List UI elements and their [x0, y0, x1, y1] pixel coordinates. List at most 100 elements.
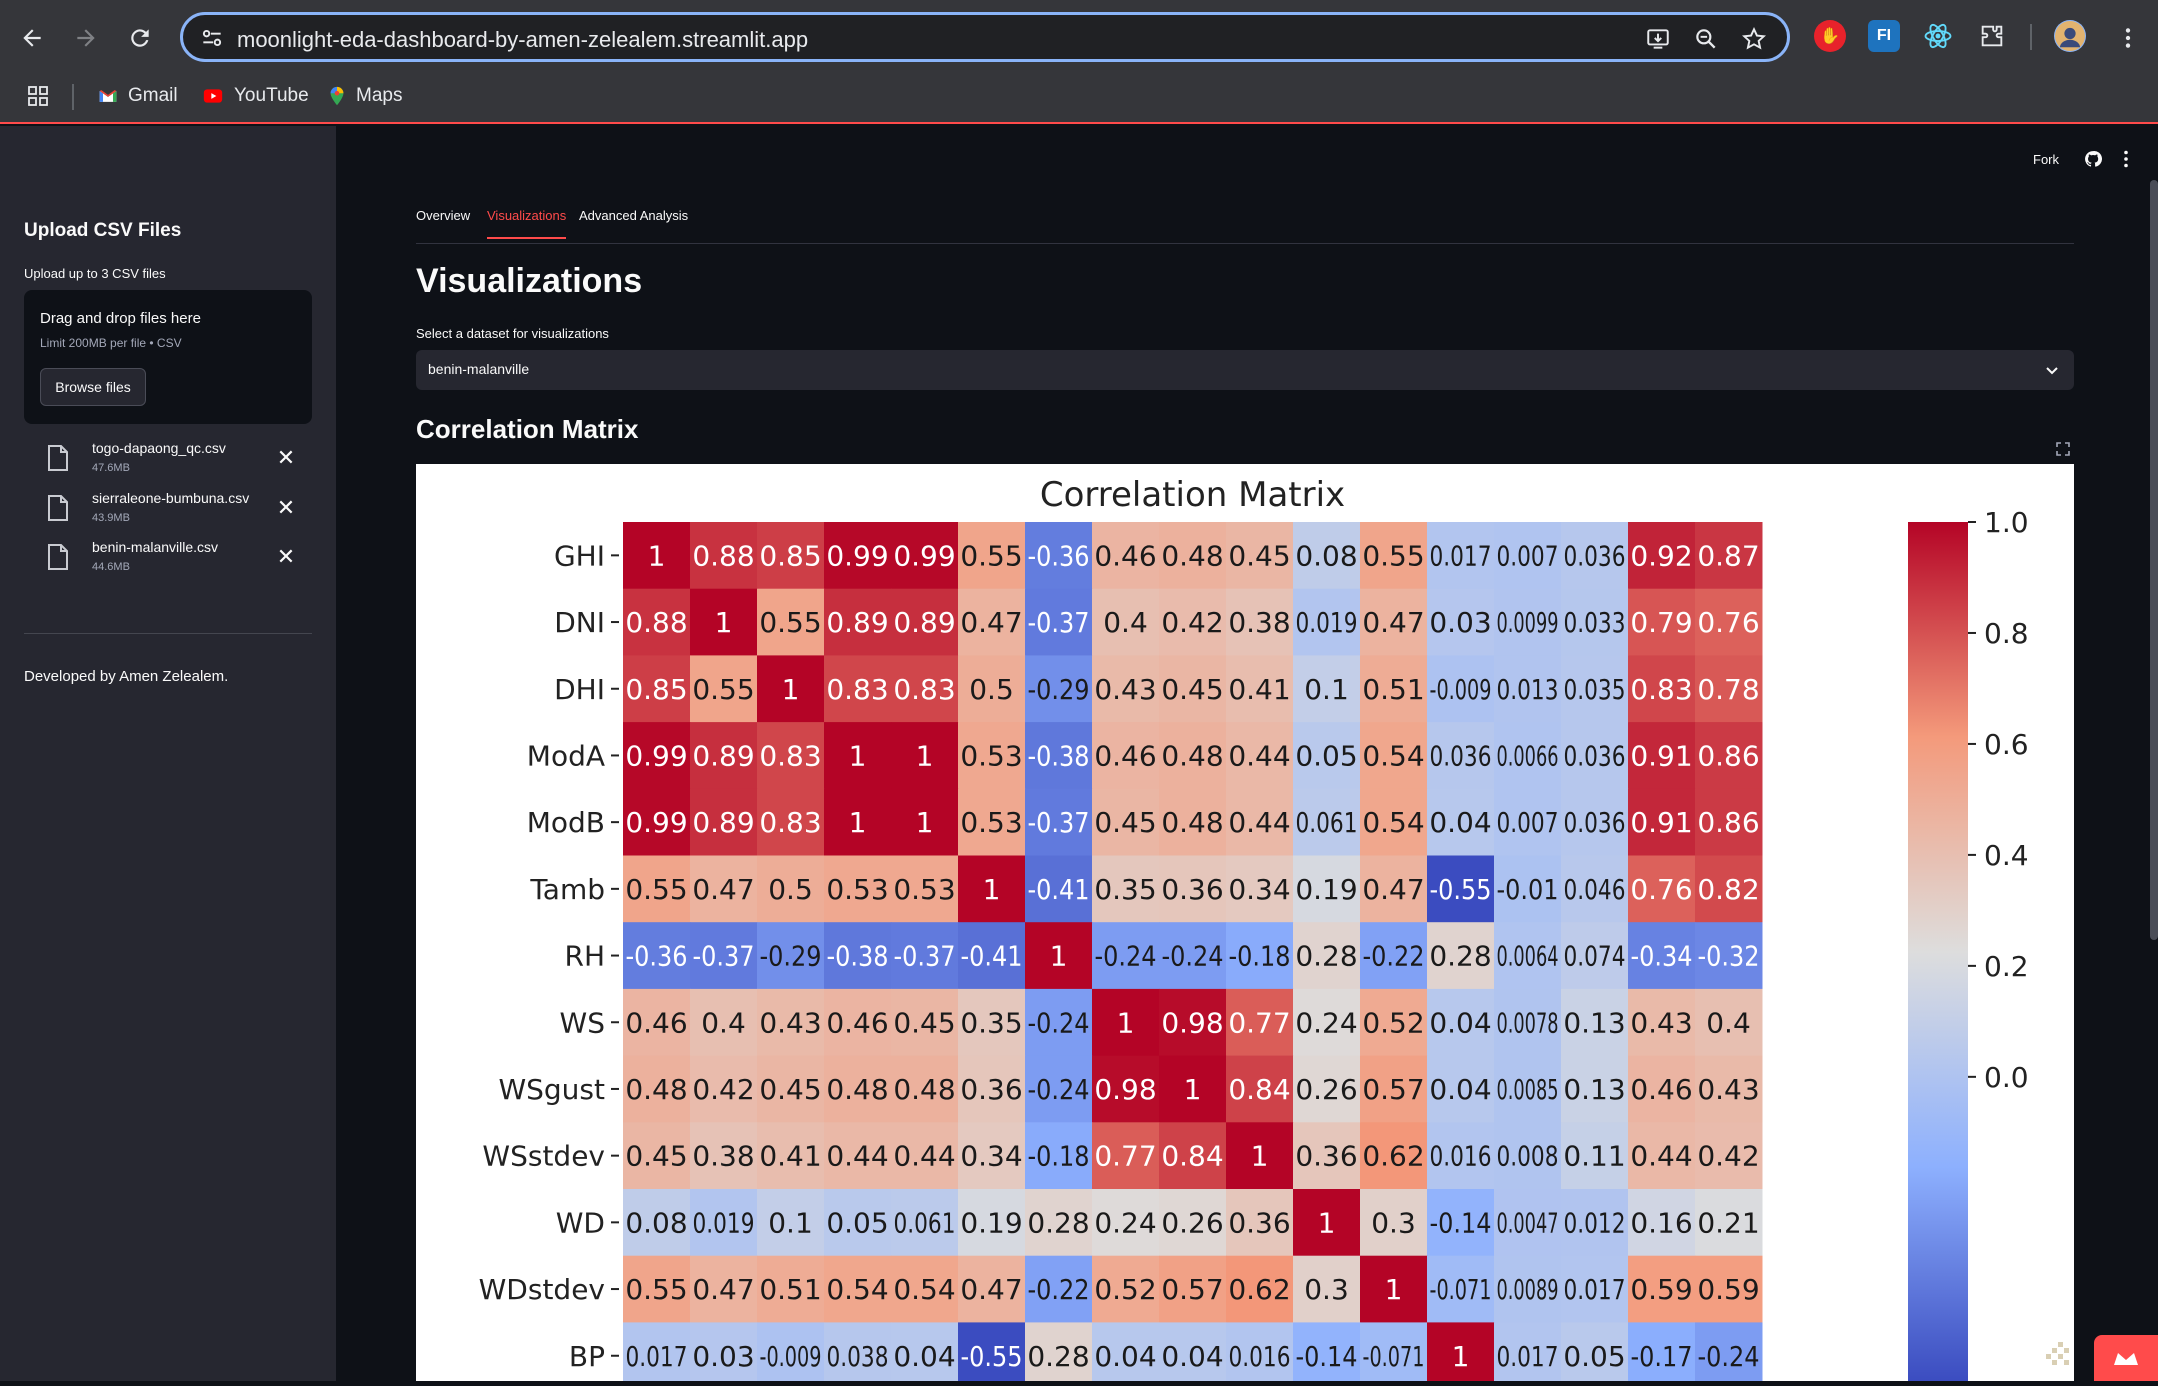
cell-value-label: 0.0099: [1497, 606, 1559, 639]
cell-value-label: 0.52: [1362, 1006, 1424, 1039]
cell-value-label: 0.59: [1630, 1273, 1692, 1306]
cell-value-label: 0.54: [1362, 739, 1424, 772]
tab-overview[interactable]: Overview: [416, 208, 470, 237]
cell-value-label: 0.3: [1371, 1206, 1416, 1239]
cell-value-label: 0.007: [1497, 539, 1559, 572]
cell-value-label: 0.0066: [1497, 739, 1559, 772]
cell-value-label: 0.24: [1094, 1206, 1156, 1239]
cell-value-label: 0.86: [1697, 806, 1759, 839]
remove-file-icon[interactable]: ✕: [276, 546, 296, 568]
cell-value-label: 0.54: [826, 1273, 888, 1306]
cell-value-label: 0.85: [759, 539, 821, 572]
cell-value-label: 0.44: [1228, 739, 1290, 772]
sidebar: Upload CSV Files Upload up to 3 CSV file…: [0, 126, 336, 1381]
cell-value-label: 0.51: [1362, 673, 1424, 706]
cell-value-label: 0.82: [1697, 873, 1759, 906]
cell-value-label: 0.21: [1697, 1206, 1759, 1239]
dataset-select[interactable]: benin-malanville: [416, 350, 2074, 390]
colorbar-tick-label: 0.6: [1984, 728, 2029, 761]
cell-value-label: 0.016: [1229, 1340, 1291, 1373]
bookmark-youtube[interactable]: YouTube: [200, 82, 309, 110]
fullscreen-icon[interactable]: [2056, 442, 2070, 456]
cell-value-label: 0.35: [1094, 873, 1156, 906]
cell-value-label: -0.55: [1430, 873, 1492, 906]
cell-value-label: -0.24: [1698, 1340, 1760, 1373]
cell-value-label: -0.34: [1631, 940, 1693, 973]
zoom-icon[interactable]: [1693, 26, 1719, 52]
cell-value-label: 0.99: [625, 806, 687, 839]
remove-file-icon[interactable]: ✕: [276, 497, 296, 519]
cell-value-label: 0.04: [1429, 806, 1491, 839]
cell-value-label: -0.41: [961, 940, 1023, 973]
fork-button[interactable]: Fork: [2033, 152, 2059, 167]
cell-value-label: 0.0089: [1497, 1273, 1559, 1306]
browser-menu-button[interactable]: [2110, 20, 2146, 56]
url-text[interactable]: moonlight-eda-dashboard-by-amen-zelealem…: [237, 27, 808, 53]
cell-value-label: 0.48: [893, 1073, 955, 1106]
page-scrollbar[interactable]: [2150, 180, 2158, 940]
cell-value-label: 0.45: [625, 1140, 687, 1173]
cell-value-label: -0.37: [1028, 606, 1090, 639]
cell-value-label: 0.47: [1362, 606, 1424, 639]
app-menu-icon[interactable]: [2122, 150, 2130, 168]
cell-value-label: 0.44: [826, 1140, 888, 1173]
cell-value-label: -0.18: [1229, 940, 1291, 973]
back-button[interactable]: [14, 20, 50, 56]
cell-value-label: 0.04: [1161, 1340, 1223, 1373]
remove-file-icon[interactable]: ✕: [276, 447, 296, 469]
page-title: Visualizations: [416, 262, 643, 300]
forward-button[interactable]: [68, 20, 104, 56]
row-label: ModA: [527, 739, 605, 772]
dataset-select-value: benin-malanville: [428, 361, 530, 377]
cell-value-label: 0.26: [1295, 1073, 1357, 1106]
cell-value-label: 0.41: [759, 1140, 821, 1173]
cell-value-label: 0.43: [1630, 1006, 1692, 1039]
cell-value-label: 0.017: [1564, 1273, 1626, 1306]
cell-value-label: 0.03: [692, 1340, 754, 1373]
row-label: DHI: [554, 673, 605, 706]
reload-button[interactable]: [122, 20, 158, 56]
address-bar[interactable]: moonlight-eda-dashboard-by-amen-zelealem…: [180, 12, 1790, 62]
cell-value-label: 0.061: [1296, 806, 1358, 839]
cell-value-label: 0.19: [960, 1206, 1022, 1239]
browse-files-button[interactable]: Browse files: [40, 368, 146, 406]
cell-value-label: 0.57: [1161, 1273, 1223, 1306]
file-icon: [48, 445, 68, 471]
extensions-puzzle-icon[interactable]: [1976, 20, 2008, 52]
cell-value-label: 0.47: [960, 606, 1022, 639]
cell-value-label: 0.5: [969, 673, 1014, 706]
react-devtools-icon[interactable]: [1922, 20, 1954, 52]
fl-extension-icon[interactable]: FI: [1868, 20, 1900, 52]
install-app-icon[interactable]: [1645, 26, 1671, 52]
github-icon[interactable]: [2084, 150, 2102, 168]
cell-value-label: 0.45: [1161, 673, 1223, 706]
cell-value-label: 0.47: [692, 1273, 754, 1306]
cell-value-label: 0.35: [960, 1006, 1022, 1039]
cell-value-label: 0.03: [1429, 606, 1491, 639]
file-name: benin-malanville.csv: [92, 539, 219, 555]
cell-value-label: 0.55: [759, 606, 821, 639]
file-size: 47.6MB: [92, 462, 130, 474]
cell-value-label: 0.76: [1630, 873, 1692, 906]
row-label: ModB: [527, 806, 605, 839]
cell-value-label: 0.05: [1563, 1340, 1625, 1373]
cell-value-label: 0.99: [625, 739, 687, 772]
apps-grid-button[interactable]: [26, 82, 50, 110]
cell-value-label: 0.85: [625, 673, 687, 706]
cell-value-label: 0.48: [1161, 806, 1223, 839]
cell-value-label: 0.05: [826, 1206, 888, 1239]
file-dropzone[interactable]: Drag and drop files here Limit 200MB per…: [24, 290, 312, 424]
tab-advanced-analysis[interactable]: Advanced Analysis: [579, 208, 688, 237]
cell-value-label: 0.16: [1630, 1206, 1692, 1239]
tab-visualizations[interactable]: Visualizations: [487, 208, 567, 239]
streamlit-badge[interactable]: [2094, 1335, 2158, 1381]
bookmark-gmail[interactable]: Gmail: [96, 82, 178, 110]
bookmark-maps[interactable]: Maps: [326, 82, 402, 110]
cell-value-label: 0.57: [1362, 1073, 1424, 1106]
cell-value-label: 0.53: [826, 873, 888, 906]
bookmark-star-icon[interactable]: [1741, 26, 1767, 52]
correlation-matrix-figure: Correlation Matrix 1 0.88 0.85 0.99 0.99 0.55-…: [416, 464, 2074, 1381]
profile-avatar-icon[interactable]: [2054, 20, 2086, 52]
adblock-icon[interactable]: ✋: [1814, 20, 1846, 52]
site-info-icon[interactable]: [199, 25, 225, 51]
